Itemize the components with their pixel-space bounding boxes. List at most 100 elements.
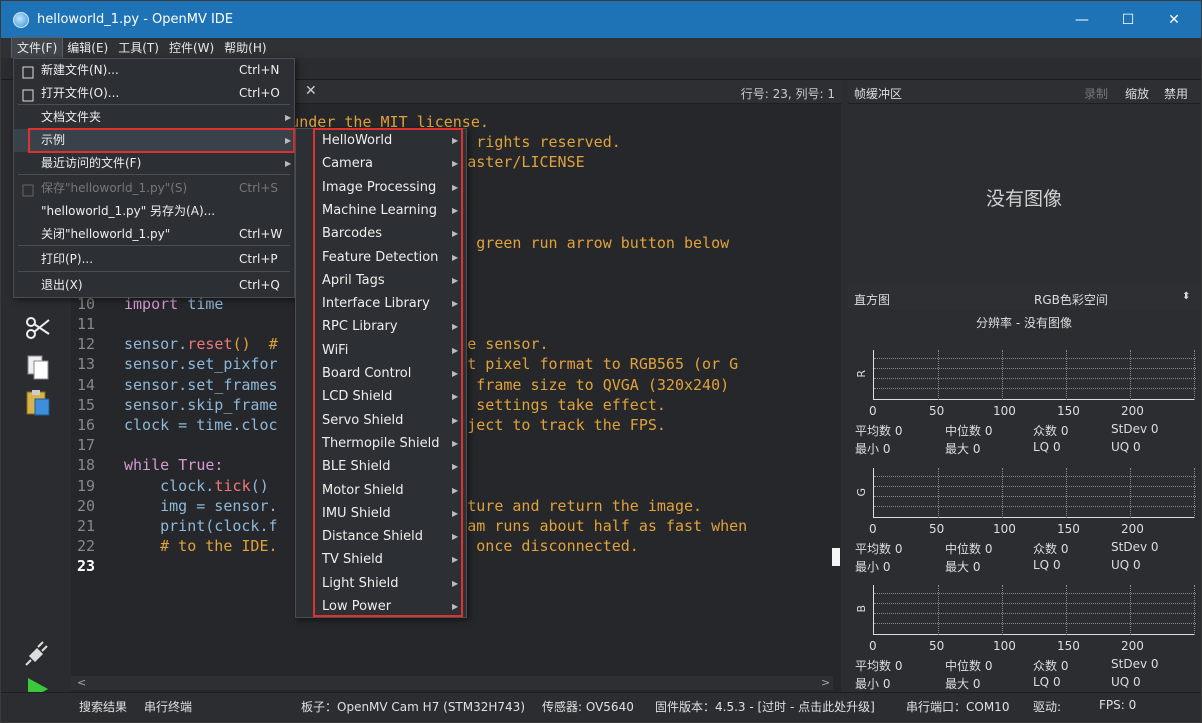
menu-separator	[18, 104, 290, 105]
color-space-select[interactable]: RGB色彩空间	[1034, 291, 1108, 308]
disable-button[interactable]: 禁用	[1164, 85, 1188, 102]
code-token: tick	[214, 476, 251, 495]
code-line[interactable]: 13 sensor.set_pixfor 5) # Set pixel format…	[71, 354, 738, 374]
code-token: () #	[232, 335, 278, 354]
file-menu-item[interactable]: 退出(X) Ctrl+Q	[14, 274, 294, 297]
menu-file[interactable]: 文件(F)	[10, 37, 64, 59]
serial-terminal-tab[interactable]: 串行终端	[144, 698, 192, 715]
file-menu-item[interactable]: 打印(P)... Ctrl+P	[14, 248, 294, 271]
grid-line	[874, 603, 1196, 604]
histogram-b: B 0 50 100 150 200 平均数 0 中位数 0 众数 0 StDev 0 最小 0 最大…	[853, 585, 1198, 697]
no-image-text: 没有图像	[985, 188, 1062, 210]
file-menu-item[interactable]: "helloworld_1.py" 另存为(A)...	[14, 200, 294, 223]
x-tick-label: 150	[1057, 404, 1080, 418]
new-file-icon	[22, 64, 34, 79]
menu-separator	[18, 174, 290, 175]
code-line[interactable]: 20 img = sensor. ke a picture and return …	[71, 496, 702, 516]
channel-label: R	[855, 370, 868, 378]
close-button[interactable]: ✕	[1151, 1, 1197, 38]
grid-line	[874, 388, 1196, 389]
stat-median: 中位数 0	[945, 542, 993, 556]
firmware-label[interactable]: 固件版本：4.5.3 - [过时 - 点击此处升级]	[655, 698, 875, 715]
stat-max: 最大 0	[945, 442, 981, 456]
scrollbar-thumb[interactable]	[832, 548, 840, 566]
right-panel: 帧缓冲区 录制 缩放 禁用 没有图像 直方图 RGB色彩空间 ⬍ 分辨率 - 没…	[848, 80, 1200, 692]
stat-mode: 众数 0	[1033, 424, 1069, 438]
code-token: clock.	[124, 476, 215, 495]
code-line[interactable]: 16 clock = time.cloc clock object to track…	[71, 415, 666, 435]
cut-icon[interactable]	[23, 312, 53, 342]
histogram-g: G 0 50 100 150 200 平均数 0 中位数 0 众数 0 StDev 0 最小 0 最大…	[853, 468, 1198, 580]
x-tick-label: 150	[1057, 522, 1080, 536]
highlight-box-examples	[28, 128, 295, 153]
code-line[interactable]: 21 print(clock.f OpenMV Cam runs about ha…	[71, 516, 747, 536]
file-menu-item-label: 保存"helloworld_1.py"(S)	[41, 181, 188, 195]
file-menu-item-label: 新建文件(N)...	[41, 63, 119, 77]
cursor-position: 行号: 23, 列号: 1	[740, 87, 835, 101]
menu-widgets[interactable]: 控件(W)	[164, 38, 219, 58]
frame-buffer-label: 帧缓冲区	[854, 87, 903, 101]
line-number: 13	[77, 355, 96, 374]
stat-stdev: StDev 0	[1111, 422, 1159, 436]
editor-vertical-scrollbar[interactable]	[831, 104, 841, 676]
submenu-arrow-icon: ▶	[285, 113, 292, 122]
stat-max: 最大 0	[945, 677, 981, 691]
file-menu-item[interactable]: 最近访问的文件(F) ▶	[14, 152, 294, 175]
code-line[interactable]: 19 clock.tick()s clock.	[71, 476, 467, 496]
menu-tools[interactable]: 工具(T)	[113, 38, 164, 58]
x-tick-label: 150	[1057, 639, 1080, 653]
code-line[interactable]: 18 while True:	[71, 455, 223, 475]
code-token: while	[124, 456, 179, 475]
fps-label: FPS: 0	[1099, 698, 1137, 712]
chevron-updown-icon[interactable]: ⬍	[1182, 291, 1190, 302]
file-menu-item[interactable]: 新建文件(N)... Ctrl+N	[14, 59, 294, 82]
copy-icon[interactable]	[23, 352, 53, 382]
file-menu-shortcut: Ctrl+N	[239, 63, 280, 77]
search-results-tab[interactable]: 搜索结果	[79, 698, 127, 715]
x-tick-label: 200	[1121, 639, 1144, 653]
save-icon	[22, 182, 34, 197]
code-line[interactable]: 22 # to the IDE. increase once disconnect…	[71, 536, 639, 556]
line-number: 20	[77, 496, 96, 515]
code-line[interactable]: 17	[71, 435, 115, 455]
scroll-right-icon[interactable]: >	[821, 676, 830, 689]
code-line[interactable]: 15 sensor.skip_frame Wait for settings tak…	[71, 395, 666, 415]
minimize-button[interactable]: —	[1059, 1, 1105, 38]
paste-icon[interactable]	[23, 388, 53, 418]
file-menu-shortcut: Ctrl+S	[239, 181, 279, 195]
code-line[interactable]: 14 sensor.set_frames # Set frame size to …	[71, 375, 729, 395]
maximize-button[interactable]: ☐	[1105, 1, 1151, 38]
sensor-label: 传感器: OV5640	[542, 700, 634, 714]
zoom-button[interactable]: 缩放	[1125, 85, 1149, 102]
editor-horizontal-scrollbar[interactable]: < >	[71, 676, 833, 690]
tab-close-icon[interactable]: ✕	[305, 83, 317, 99]
status-bar: 搜索结果 串行终端 板子：OpenMV Cam H7 (STM32H743) 传…	[1, 692, 1201, 722]
grid-line	[874, 486, 1196, 487]
file-menu-item[interactable]: 关闭"helloworld_1.py" Ctrl+W	[14, 223, 294, 246]
record-button[interactable]: 录制	[1084, 85, 1108, 102]
histogram-header: 直方图 RGB色彩空间 ⬍	[848, 287, 1200, 309]
stat-stdev: StDev 0	[1111, 540, 1159, 554]
code-line[interactable]: 11	[71, 314, 115, 334]
connect-plug-icon[interactable]	[23, 636, 53, 666]
line-number: 19	[77, 476, 96, 495]
file-menu-item[interactable]: 文档文件夹 ▶	[14, 106, 294, 129]
board-label: 板子：OpenMV Cam H7 (STM32H743)	[301, 700, 525, 714]
stat-uq: UQ 0	[1111, 440, 1141, 454]
file-menu-item[interactable]: 保存"helloworld_1.py"(S) Ctrl+S	[14, 177, 294, 200]
stat-mean: 平均数 0	[855, 542, 903, 556]
file-menu-shortcut: Ctrl+P	[239, 252, 278, 266]
file-menu-item[interactable]: 打开文件(O)... Ctrl+O	[14, 82, 294, 105]
title-bar: helloworld_1.py - OpenMV IDE — ☐ ✕	[1, 1, 1201, 38]
code-line[interactable]: 23	[71, 556, 115, 576]
code-line[interactable]: 12 sensor. reset() # alize the sensor.	[71, 334, 549, 354]
stat-median: 中位数 0	[945, 424, 993, 438]
scroll-left-icon[interactable]: <	[77, 676, 86, 689]
menu-help[interactable]: 帮助(H)	[219, 38, 271, 58]
openmv-ide-window: helloworld_1.py - OpenMV IDE — ☐ ✕ 文件(F)…	[0, 0, 1202, 723]
code-token: img = sensor.	[124, 496, 278, 515]
file-menu-item-label: 关闭"helloworld_1.py"	[41, 227, 171, 241]
highlight-box-submenu	[313, 128, 463, 617]
menu-edit[interactable]: 编辑(E)	[62, 38, 113, 58]
x-tick-label: 100	[993, 639, 1016, 653]
